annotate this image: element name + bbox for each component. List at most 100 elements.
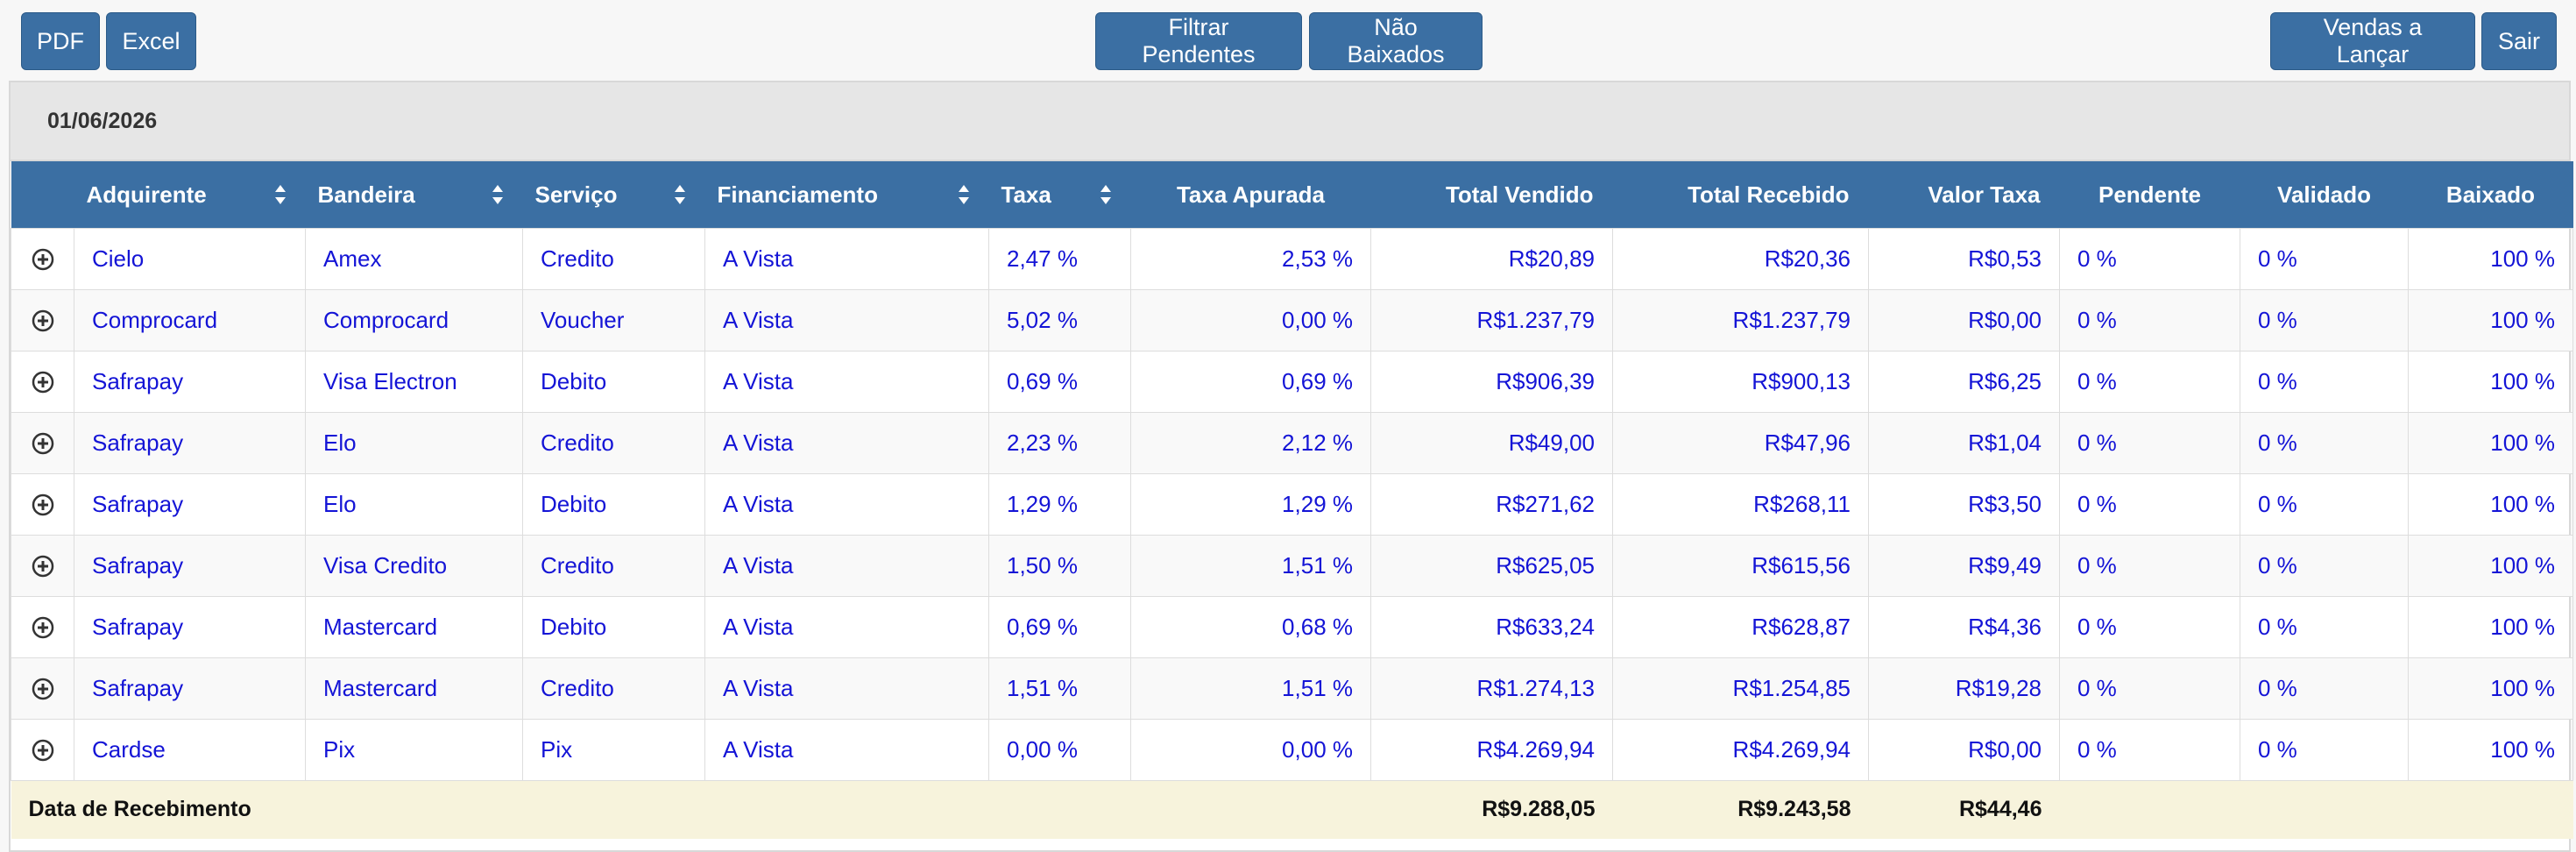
expand-plus-icon[interactable]	[32, 309, 54, 332]
col-total-recebido: Total Recebido	[1612, 161, 1869, 229]
expand-cell[interactable]	[11, 596, 74, 658]
cell-servico: Debito	[522, 596, 705, 658]
cell-pendente: 0 %	[2059, 228, 2240, 290]
expand-cell[interactable]	[11, 719, 74, 781]
col-adquirente[interactable]: Adquirente	[74, 161, 306, 229]
col-valor-taxa: Valor Taxa	[1868, 161, 2060, 229]
cell-servico: Credito	[522, 412, 705, 474]
col-financiamento[interactable]: Financiamento	[704, 161, 989, 229]
table-row[interactable]: Safrapay Mastercard Credito A Vista 1,51 % 1,…	[11, 657, 2573, 720]
cell-pendente: 0 %	[2059, 289, 2240, 351]
table-row[interactable]: Cielo Amex Credito A Vista 2,47 % 2,53 % R$20,…	[11, 228, 2573, 290]
table-header-row: Adquirente Bandeira Serviço Financiament…	[11, 161, 2573, 229]
cell-total-vendido: R$906,39	[1370, 351, 1613, 413]
table-row[interactable]: Safrapay Visa Credito Credito A Vista 1,50 %…	[11, 535, 2573, 597]
cell-bandeira: Comprocard	[305, 289, 523, 351]
expand-cell[interactable]	[11, 289, 74, 351]
cell-total-recebido: R$20,36	[1612, 228, 1869, 290]
cell-taxa: 0,00 %	[988, 719, 1131, 781]
expand-plus-icon[interactable]	[32, 371, 54, 394]
cell-total-vendido: R$1.237,79	[1370, 289, 1613, 351]
cell-baixado: 100 %	[2408, 535, 2573, 597]
sort-icon[interactable]	[674, 183, 686, 206]
footer-empty	[2059, 780, 2573, 839]
table-footer-row: Data de Recebimento R$9.288,05 R$9.243,5…	[11, 780, 2573, 839]
cell-baixado: 100 %	[2408, 473, 2573, 536]
cell-taxa-apurada: 1,29 %	[1130, 473, 1371, 536]
expand-cell[interactable]	[11, 473, 74, 536]
cell-financiamento: A Vista	[704, 473, 989, 536]
expand-plus-icon[interactable]	[32, 248, 54, 271]
cell-validado: 0 %	[2240, 596, 2409, 658]
sort-icon[interactable]	[1100, 183, 1112, 206]
expand-cell[interactable]	[11, 351, 74, 413]
cell-pendente: 0 %	[2059, 719, 2240, 781]
expand-cell[interactable]	[11, 228, 74, 290]
cell-taxa-apurada: 0,69 %	[1130, 351, 1371, 413]
cell-total-vendido: R$1.274,13	[1370, 657, 1613, 720]
cell-financiamento: A Vista	[704, 228, 989, 290]
filtrar-pendentes-button[interactable]: Filtrar Pendentes	[1095, 12, 1302, 70]
col-bandeira[interactable]: Bandeira	[305, 161, 523, 229]
vendas-a-lancar-button[interactable]: Vendas a Lançar	[2270, 12, 2475, 70]
sort-icon[interactable]	[492, 183, 504, 206]
cell-valor-taxa: R$0,00	[1868, 719, 2060, 781]
cell-baixado: 100 %	[2408, 228, 2573, 290]
cell-financiamento: A Vista	[704, 596, 989, 658]
table-row[interactable]: Safrapay Mastercard Debito A Vista 0,69 % 0,6…	[11, 596, 2573, 658]
excel-button[interactable]: Excel	[106, 12, 196, 70]
footer-total-recebido: R$9.243,58	[1612, 780, 1869, 839]
cell-validado: 0 %	[2240, 351, 2409, 413]
col-servico[interactable]: Serviço	[522, 161, 705, 229]
sort-icon[interactable]	[958, 183, 970, 206]
expand-cell[interactable]	[11, 535, 74, 597]
cell-valor-taxa: R$1,04	[1868, 412, 2060, 474]
cell-valor-taxa: R$0,53	[1868, 228, 2060, 290]
sair-button[interactable]: Sair	[2481, 12, 2557, 70]
expand-plus-icon[interactable]	[32, 432, 54, 455]
nao-baixados-button[interactable]: Não Baixados	[1309, 12, 1483, 70]
expand-plus-icon[interactable]	[32, 616, 54, 639]
cell-taxa-apurada: 0,00 %	[1130, 289, 1371, 351]
cell-validado: 0 %	[2240, 719, 2409, 781]
cell-servico: Pix	[522, 719, 705, 781]
cell-bandeira: Pix	[305, 719, 523, 781]
cell-total-vendido: R$633,24	[1370, 596, 1613, 658]
expand-plus-icon[interactable]	[32, 555, 54, 578]
cell-adquirente: Cardse	[74, 719, 306, 781]
expand-plus-icon[interactable]	[32, 678, 54, 700]
cell-valor-taxa: R$9,49	[1868, 535, 2060, 597]
expand-cell[interactable]	[11, 657, 74, 720]
table-row[interactable]: Safrapay Visa Electron Debito A Vista 0,69 %…	[11, 351, 2573, 413]
table-row[interactable]: Cardse Pix Pix A Vista 0,00 % 0,00 % R$4.269,9…	[11, 719, 2573, 781]
expand-plus-icon[interactable]	[32, 493, 54, 516]
cell-servico: Debito	[522, 351, 705, 413]
pdf-button[interactable]: PDF	[21, 12, 100, 70]
cell-validado: 0 %	[2240, 412, 2409, 474]
col-financiamento-label: Financiamento	[717, 181, 878, 208]
cell-validado: 0 %	[2240, 289, 2409, 351]
cell-taxa: 2,47 %	[988, 228, 1131, 290]
results-panel: 01/06/2026 Adquirente Bandeira Serviço F…	[9, 81, 2573, 852]
sort-icon[interactable]	[274, 183, 287, 206]
footer-valor-taxa: R$44,46	[1868, 780, 2060, 839]
cell-pendente: 0 %	[2059, 535, 2240, 597]
table-row[interactable]: Safrapay Elo Debito A Vista 1,29 % 1,29 % R$27…	[11, 473, 2573, 536]
cell-total-recebido: R$628,87	[1612, 596, 1869, 658]
table-row[interactable]: Comprocard Comprocard Voucher A Vista 5,02 %…	[11, 289, 2573, 351]
expand-cell[interactable]	[11, 412, 74, 474]
cell-financiamento: A Vista	[704, 535, 989, 597]
col-taxa[interactable]: Taxa	[988, 161, 1131, 229]
cell-financiamento: A Vista	[704, 657, 989, 720]
cell-validado: 0 %	[2240, 657, 2409, 720]
expand-plus-icon[interactable]	[32, 739, 54, 762]
table-row[interactable]: Safrapay Elo Credito A Vista 2,23 % 2,12 % R$4…	[11, 412, 2573, 474]
cell-bandeira: Amex	[305, 228, 523, 290]
cell-total-vendido: R$625,05	[1370, 535, 1613, 597]
cell-servico: Debito	[522, 473, 705, 536]
cell-taxa-apurada: 1,51 %	[1130, 657, 1371, 720]
footer-total-vendido: R$9.288,05	[1370, 780, 1613, 839]
cell-valor-taxa: R$0,00	[1868, 289, 2060, 351]
col-taxa-apurada: Taxa Apurada	[1130, 161, 1371, 229]
cell-valor-taxa: R$3,50	[1868, 473, 2060, 536]
